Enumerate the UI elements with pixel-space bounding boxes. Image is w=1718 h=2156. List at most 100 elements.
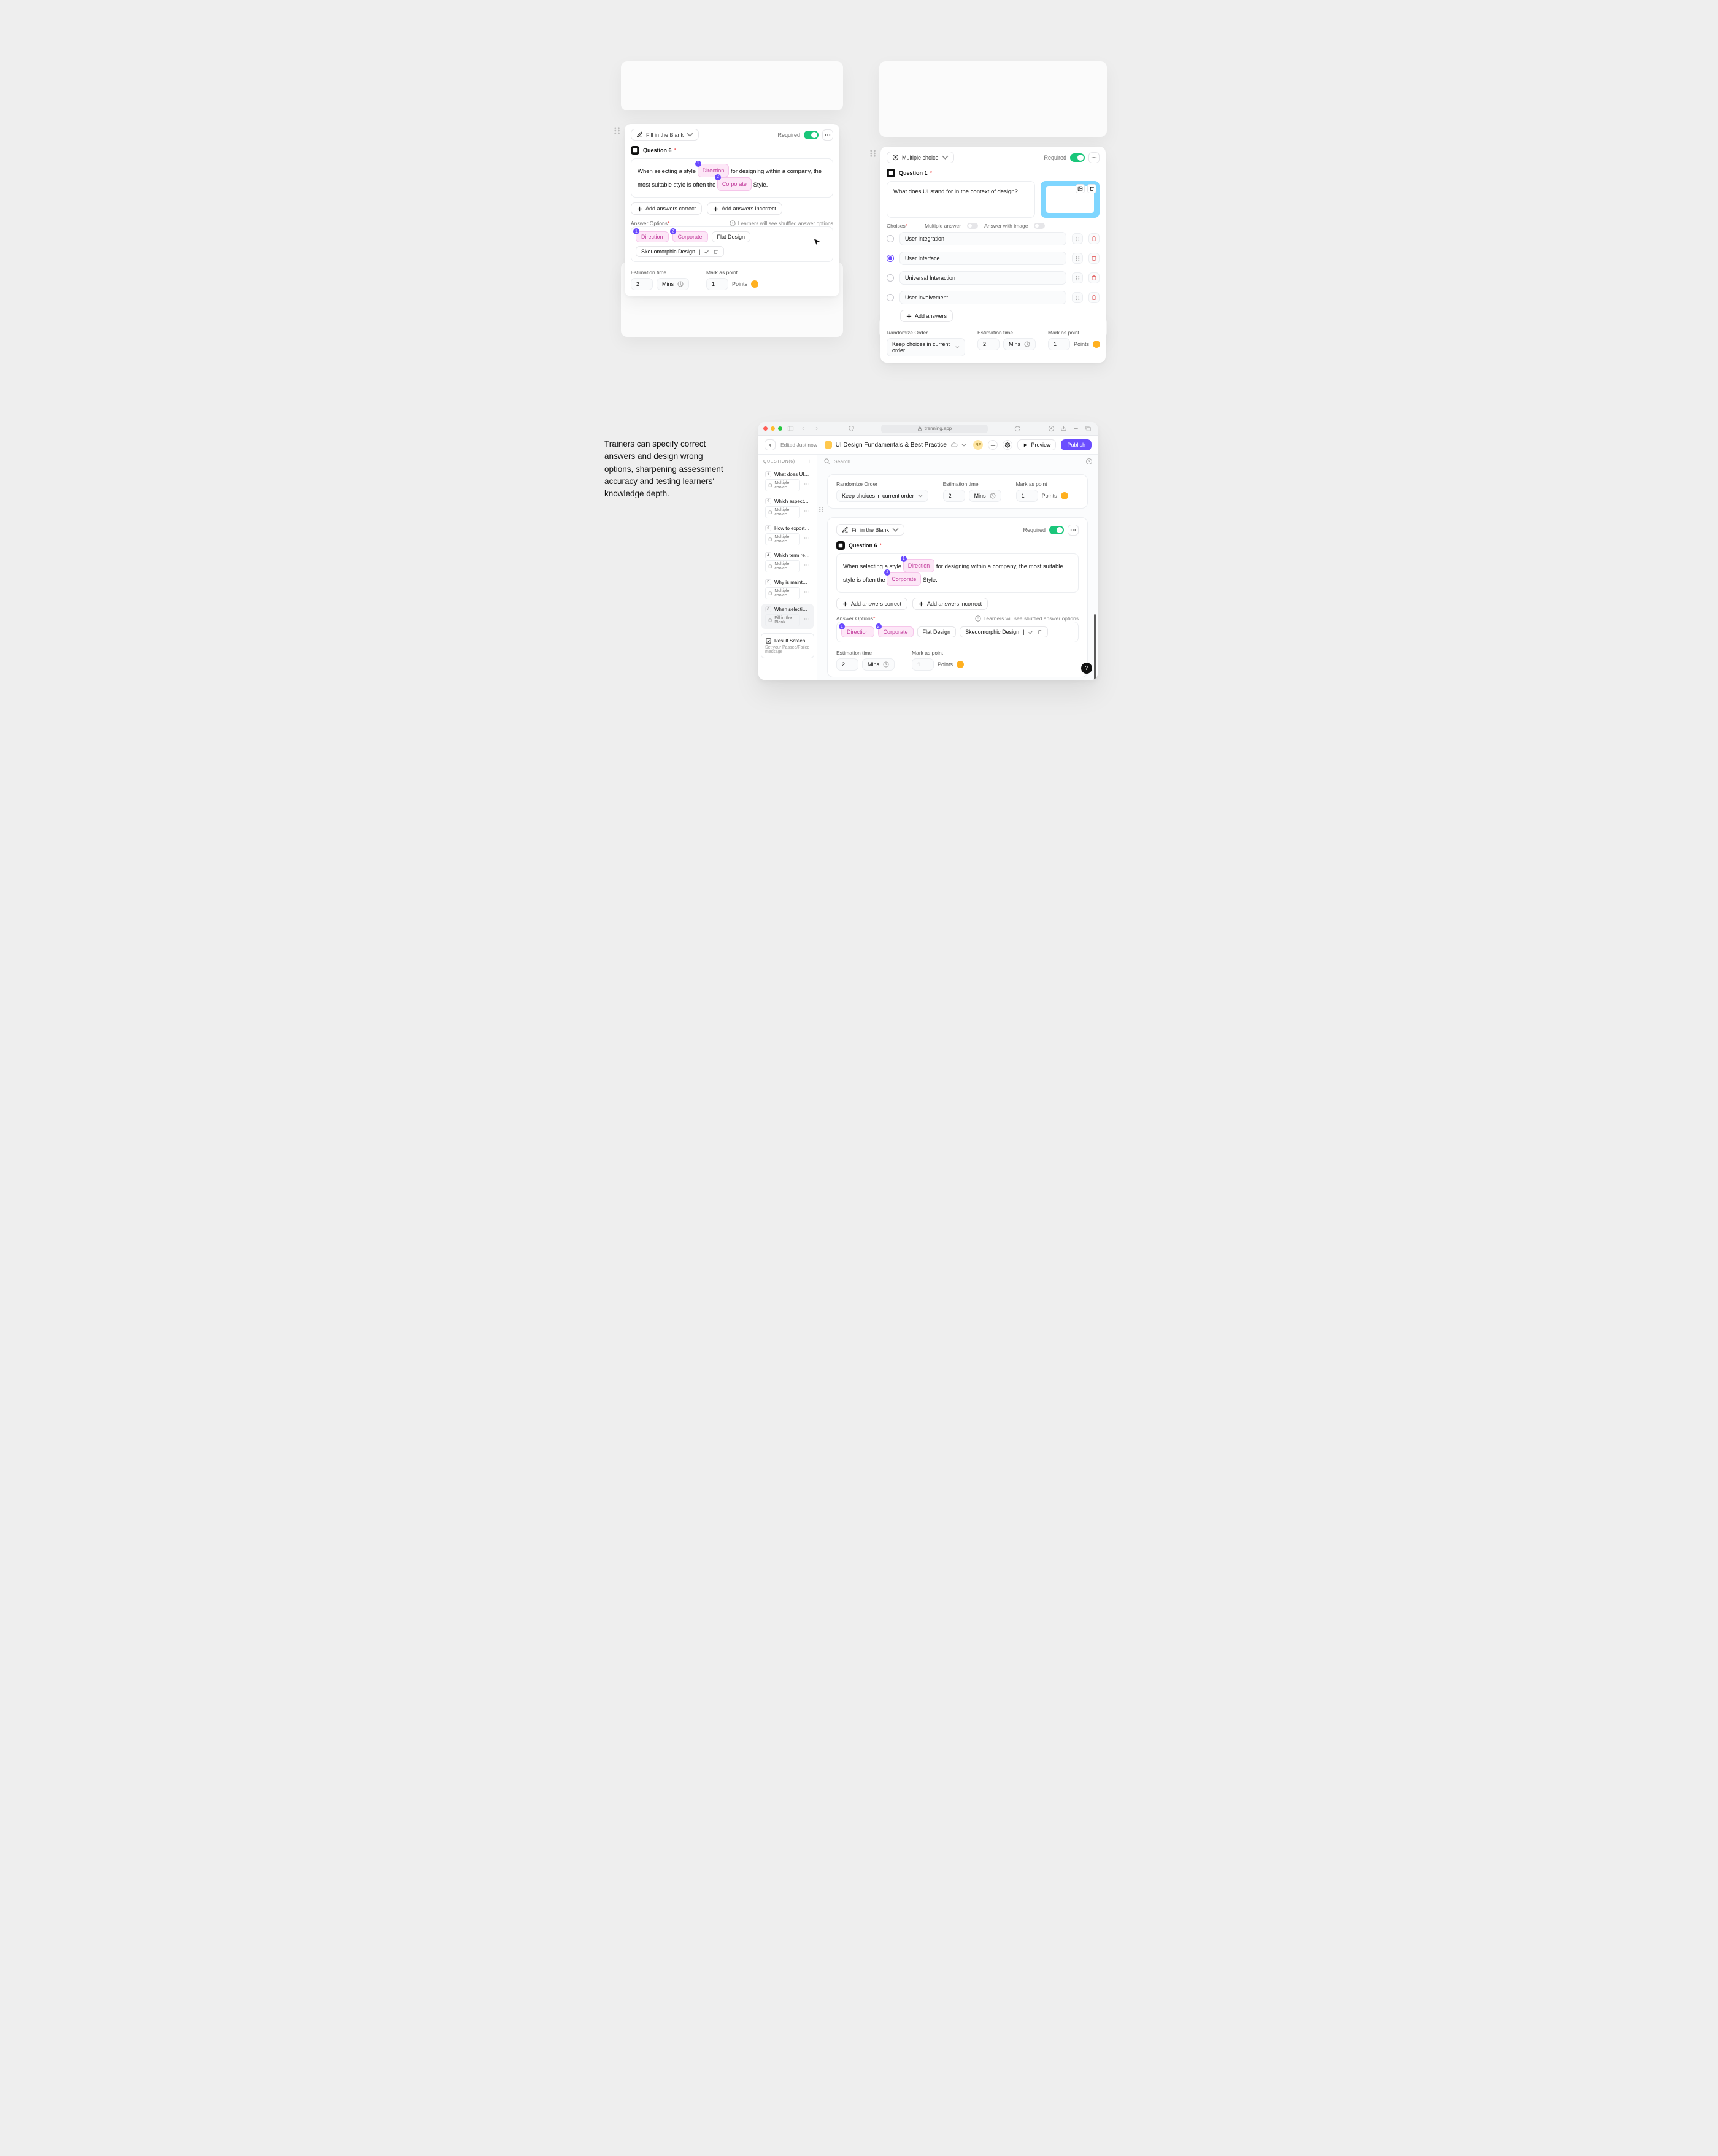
item-menu-icon[interactable]: ⋯: [804, 481, 810, 488]
delete-image-button[interactable]: [1087, 184, 1096, 193]
add-correct-button[interactable]: Add answers correct: [631, 202, 702, 215]
search-input[interactable]: Search...: [817, 455, 1098, 468]
add-incorrect-button[interactable]: Add answers incorrect: [707, 202, 782, 215]
answer-with-image-toggle[interactable]: [1034, 223, 1045, 229]
multiple-answer-toggle[interactable]: [967, 223, 978, 229]
nav-forward-icon[interactable]: ›: [812, 425, 822, 433]
estimation-time-unit[interactable]: Mins: [1003, 338, 1036, 350]
randomize-order-select[interactable]: Keep choices in current order: [887, 338, 965, 356]
delete-choice-button[interactable]: [1088, 292, 1100, 303]
estimation-time-input[interactable]: 2: [977, 338, 1000, 350]
blank-tag-2[interactable]: Corporate: [887, 572, 921, 586]
blank-tag-1[interactable]: Direction: [903, 559, 935, 572]
replace-image-button[interactable]: [1076, 184, 1085, 193]
reorder-handle[interactable]: [1072, 233, 1083, 244]
add-answers-button[interactable]: Add answers: [900, 310, 953, 322]
points-input[interactable]: 1: [706, 278, 728, 290]
question-text[interactable]: When selecting a style Direction for des…: [631, 158, 833, 198]
question-type-select[interactable]: Fill in the Blank: [631, 129, 699, 141]
option-pill[interactable]: Direction: [841, 626, 874, 637]
drag-handle-icon[interactable]: [614, 126, 622, 135]
reorder-handle[interactable]: [1072, 292, 1083, 303]
question-prompt-input[interactable]: What does UI stand for in the context of…: [887, 181, 1035, 218]
new-tab-icon[interactable]: [1072, 425, 1080, 433]
item-menu-icon[interactable]: ⋯: [804, 535, 810, 542]
sidebar-question-item[interactable]: 6When selecting a style Fill in the Blan…: [761, 604, 814, 629]
estimation-time-input[interactable]: 2: [836, 658, 858, 671]
estimation-time-unit[interactable]: Mins: [862, 658, 895, 671]
option-pill[interactable]: Corporate: [672, 231, 708, 242]
document-title[interactable]: UI Design Fundamentals & Best Practice: [822, 441, 968, 449]
scrollbar[interactable]: [1094, 614, 1096, 680]
required-toggle[interactable]: [1070, 153, 1085, 162]
estimation-time-unit[interactable]: Mins: [657, 278, 689, 290]
history-icon[interactable]: [1085, 458, 1093, 466]
download-icon[interactable]: [1047, 425, 1056, 433]
option-pill[interactable]: Direction: [636, 231, 669, 242]
add-collaborator-button[interactable]: ＋: [988, 440, 998, 450]
choice-text-input[interactable]: User Interface: [899, 252, 1066, 265]
drag-handle-icon[interactable]: [869, 149, 878, 158]
choice-text-input[interactable]: User Integration: [899, 232, 1066, 245]
back-button[interactable]: ‹: [765, 439, 776, 450]
option-pill[interactable]: Flat Design: [712, 231, 751, 242]
option-pill[interactable]: Flat Design: [917, 626, 957, 637]
required-toggle[interactable]: [804, 131, 819, 139]
points-input[interactable]: 1: [912, 658, 934, 671]
shield-icon[interactable]: [847, 425, 856, 433]
item-menu-icon[interactable]: ⋯: [804, 508, 810, 515]
points-input[interactable]: 1: [1048, 338, 1070, 350]
estimation-time-input[interactable]: 2: [943, 490, 965, 502]
question-text[interactable]: When selecting a style Direction for des…: [836, 553, 1079, 593]
choice-radio[interactable]: [887, 255, 894, 262]
url-bar[interactable]: trenning.app: [881, 425, 988, 433]
option-pill[interactable]: Corporate: [878, 626, 914, 637]
item-menu-icon[interactable]: ⋯: [804, 616, 810, 623]
settings-button[interactable]: [1003, 440, 1012, 450]
estimation-time-unit[interactable]: Mins: [969, 490, 1001, 502]
randomize-order-select[interactable]: Keep choices in current order: [836, 490, 928, 502]
blank-tag-2[interactable]: Corporate: [717, 177, 752, 191]
share-icon[interactable]: [1060, 425, 1068, 433]
delete-choice-button[interactable]: [1088, 253, 1100, 264]
estimation-time-input[interactable]: 2: [631, 278, 653, 290]
publish-button[interactable]: Publish: [1061, 439, 1092, 450]
more-button[interactable]: [1088, 152, 1100, 163]
points-input[interactable]: 1: [1016, 490, 1038, 502]
help-fab[interactable]: ?: [1081, 663, 1092, 674]
required-toggle[interactable]: [1049, 526, 1064, 534]
add-incorrect-button[interactable]: Add answers incorrect: [912, 598, 988, 610]
choice-text-input[interactable]: Universal Interaction: [899, 271, 1066, 285]
choice-radio[interactable]: [887, 235, 894, 242]
avatar[interactable]: RF: [973, 440, 983, 450]
sidebar-question-item[interactable]: 2Which aspect of UI de... Multiple choic…: [761, 496, 814, 521]
add-question-icon[interactable]: ＋: [807, 458, 812, 464]
option-pill-editing[interactable]: Skeuomorphic Design|: [636, 246, 724, 257]
choice-radio[interactable]: [887, 274, 894, 282]
add-correct-button[interactable]: Add answers correct: [836, 598, 907, 610]
sidebar-question-item[interactable]: 5Why is maintaining co... Multiple choic…: [761, 577, 814, 602]
delete-choice-button[interactable]: [1088, 233, 1100, 244]
item-menu-icon[interactable]: ⋯: [804, 589, 810, 596]
result-screen-card[interactable]: Result Screen Set your Passed/Failed mes…: [761, 633, 814, 658]
more-button[interactable]: [1068, 525, 1079, 536]
question-type-select[interactable]: Multiple choice: [887, 152, 954, 163]
more-button[interactable]: [822, 129, 833, 141]
option-pill-editing[interactable]: Skeuomorphic Design|: [960, 626, 1048, 637]
tabs-icon[interactable]: [1084, 425, 1093, 433]
sidebar-question-item[interactable]: 1What does UI stand fo... Multiple choic…: [761, 469, 814, 494]
refresh-icon[interactable]: [1013, 425, 1022, 433]
reorder-handle[interactable]: [1072, 272, 1083, 283]
question-type-select[interactable]: Fill in the Blank: [836, 524, 904, 536]
drag-handle-icon[interactable]: [819, 506, 825, 515]
reorder-handle[interactable]: [1072, 253, 1083, 264]
delete-choice-button[interactable]: [1088, 272, 1100, 283]
sidebar-question-item[interactable]: 3How to export a pictu... Multiple choic…: [761, 523, 814, 548]
preview-button[interactable]: Preview: [1017, 439, 1056, 450]
nav-back-icon[interactable]: ‹: [798, 425, 808, 433]
item-menu-icon[interactable]: ⋯: [804, 562, 810, 569]
sidebar-toggle-icon[interactable]: [786, 425, 795, 433]
sidebar-question-item[interactable]: 4Which term refers to t... Multiple choi…: [761, 550, 814, 575]
choice-radio[interactable]: [887, 294, 894, 301]
blank-tag-1[interactable]: Direction: [698, 164, 730, 177]
